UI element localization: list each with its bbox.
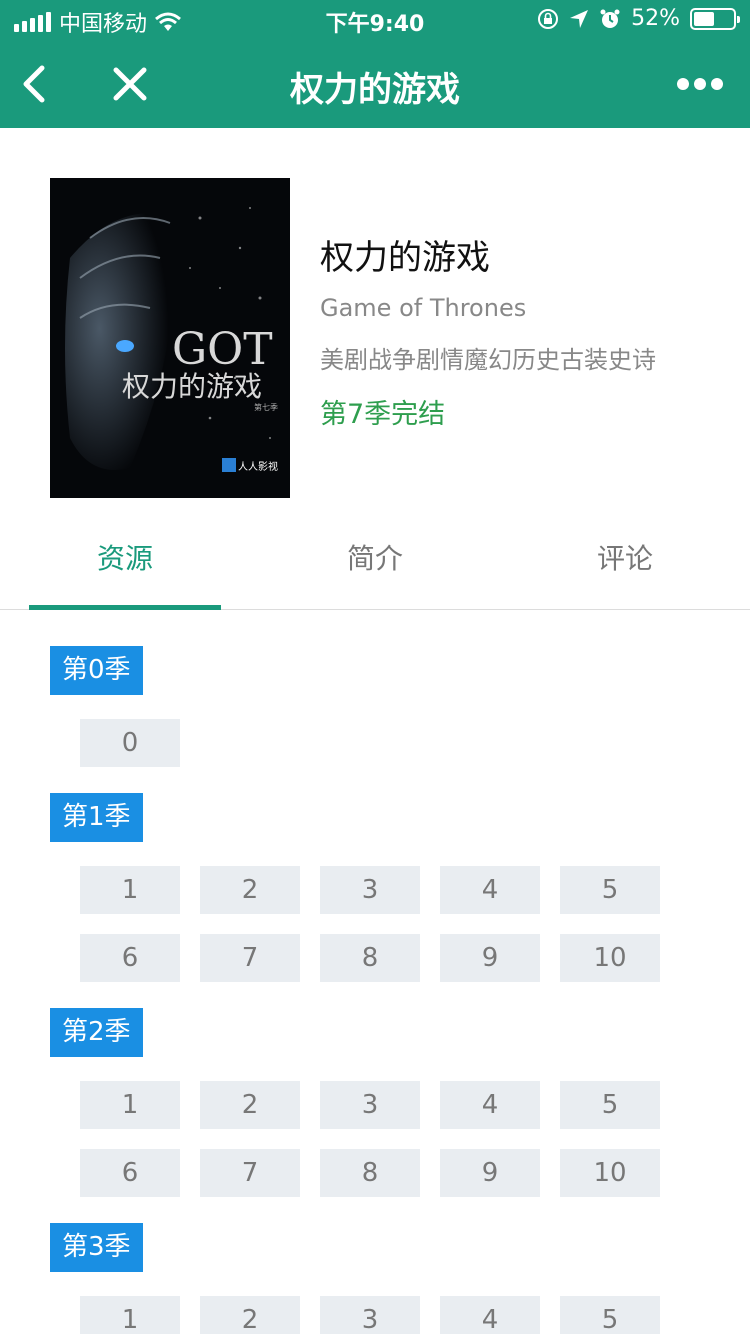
tab-bar: 资源 简介 评论 [0,525,750,610]
more-dots-icon[interactable] [676,74,724,94]
episode-button[interactable]: 8 [320,1149,420,1197]
episode-button[interactable]: 5 [560,1081,660,1129]
episode-button[interactable]: 1 [80,866,180,914]
poster-image[interactable]: GOT 权力的游戏 第七季 人人影视 [50,178,290,498]
poster-badge-text: 人人影视 [238,460,278,473]
orientation-lock-icon [538,8,559,29]
episode-button[interactable]: 6 [80,934,180,982]
episode-button[interactable]: 10 [560,934,660,982]
episode-button[interactable]: 0 [80,719,180,767]
episode-button[interactable]: 3 [320,1081,420,1129]
episode-button[interactable]: 7 [200,1149,300,1197]
episode-button[interactable]: 5 [560,1296,660,1334]
season-label: 第0季 [50,646,143,695]
show-english-title: Game of Thrones [320,294,527,322]
poster-art: GOT 权力的游戏 第七季 人人影视 [50,178,290,498]
tab-summary[interactable]: 简介 [250,537,500,577]
episode-button[interactable]: 3 [320,1296,420,1334]
episode-button[interactable]: 2 [200,1296,300,1334]
show-status: 第7季完结 [320,399,446,430]
seasons-list: 第0季 0 第1季 1 2 3 4 5 6 7 8 9 10 第2季 1 2 3 4 5 6 7 8 9 10 第3季 1 2 3 4 5 [0,610,750,1334]
episode-button[interactable]: 1 [80,1081,180,1129]
battery-percent: 52% [631,6,680,31]
show-title: 权力的游戏 [320,238,490,278]
show-genres: 美剧战争剧情魔幻历史古装史诗 [320,346,656,374]
nav-bar: 权力的游戏 [0,40,750,128]
episode-button[interactable]: 1 [80,1296,180,1334]
season-label: 第1季 [50,793,143,842]
episode-button[interactable]: 2 [200,866,300,914]
poster-small-text: 第七季 [254,402,278,412]
page-title: 权力的游戏 [290,70,460,110]
episode-button[interactable]: 3 [320,866,420,914]
status-bar: 中国移动 下午9:40 52% [0,0,750,40]
header-bar: 中国移动 下午9:40 52% 权力的游戏 [0,0,750,128]
episode-button[interactable]: 2 [200,1081,300,1129]
episode-button[interactable]: 4 [440,1296,540,1334]
tab-comments[interactable]: 评论 [500,537,750,577]
episode-button[interactable]: 4 [440,866,540,914]
battery-icon [690,7,740,30]
episode-button[interactable]: 8 [320,934,420,982]
poster-title-text: 权力的游戏 [122,370,262,403]
episode-button[interactable]: 9 [440,934,540,982]
poster-logo-text: GOT [172,324,273,375]
season-label: 第3季 [50,1223,143,1272]
tab-resources[interactable]: 资源 [0,537,250,577]
season-label: 第2季 [50,1008,143,1057]
battery-fill [694,11,714,26]
episode-button[interactable]: 5 [560,866,660,914]
episode-button[interactable]: 10 [560,1149,660,1197]
alarm-icon [600,9,620,28]
episode-button[interactable]: 4 [440,1081,540,1129]
episode-button[interactable]: 6 [80,1149,180,1197]
show-info: 权力的游戏 Game of Thrones 美剧战争剧情魔幻历史古装史诗 第7季… [320,230,740,432]
location-arrow-icon [570,9,589,28]
episode-button[interactable]: 9 [440,1149,540,1197]
episode-button[interactable]: 7 [200,934,300,982]
